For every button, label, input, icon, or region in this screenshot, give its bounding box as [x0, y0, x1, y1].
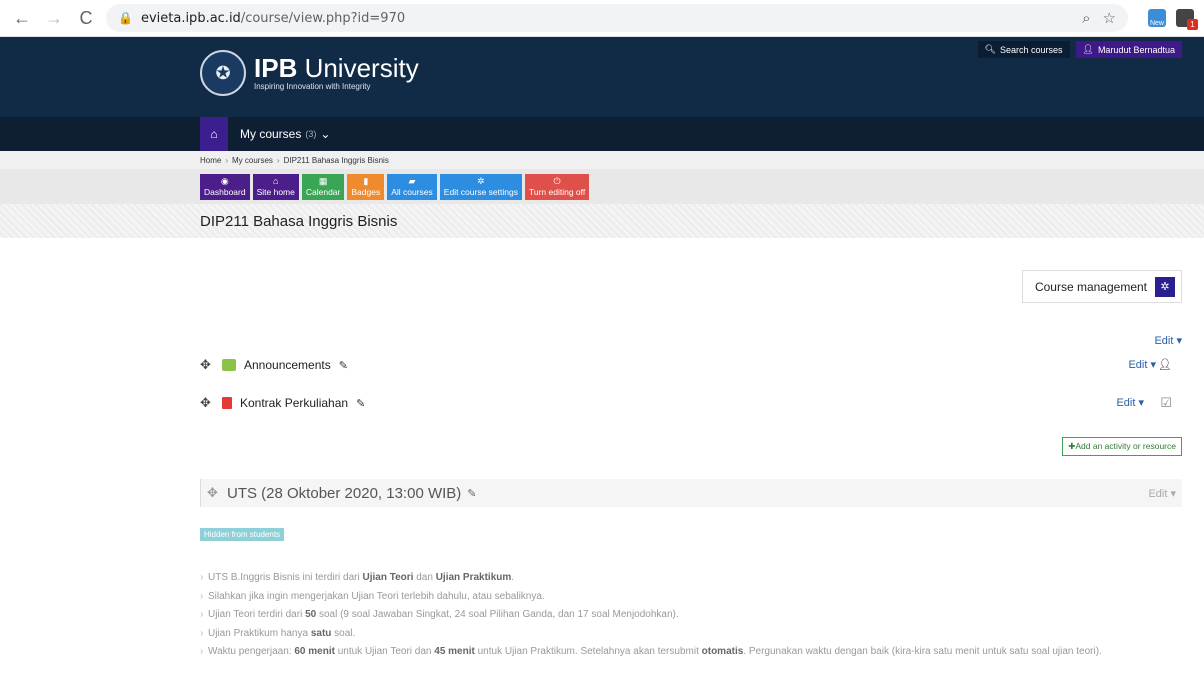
list-item: Silahkan jika ingin mengerjakan Ujian Te… [200, 590, 1182, 603]
turn-editing-off-button[interactable]: ⏻ Turn editing off [524, 173, 590, 200]
hidden-from-students-badge: Hidden from students [200, 528, 285, 541]
reload-icon[interactable]: C [74, 6, 98, 30]
home-icon: ⌂ [273, 175, 279, 186]
ipb-seal-icon: ✪ [200, 50, 246, 96]
power-icon: ⏻ [553, 175, 561, 186]
address-bar[interactable]: 🔒 evieta.ipb.ac.id/course/view.php?id=97… [106, 4, 1128, 32]
activity-name[interactable]: Kontrak Perkuliahan [240, 396, 348, 410]
book-icon: ▰ [408, 175, 416, 186]
breadcrumb-separator: › [225, 155, 229, 165]
course-management-label: Course management [1034, 279, 1147, 294]
quick-links-bar: ◉ Dashboard ⌂ Site home ▦ Calendar ▮ Badges … [0, 169, 1204, 204]
back-icon[interactable]: ← [10, 6, 34, 30]
my-courses-menu[interactable]: My courses (3) ⌄ [228, 117, 342, 151]
main-navbar: ⌂ My courses (3) ⌄ [0, 117, 1204, 151]
user-icon: 👤︎ [1082, 44, 1094, 54]
extension-badge: 1 [1187, 19, 1198, 30]
site-logo[interactable]: ✪ IPB University Inspiring Innovation wi… [200, 50, 419, 96]
lock-icon: 🔒 [118, 11, 133, 25]
edit-course-settings-button[interactable]: ✲ Edit course settings [439, 173, 522, 200]
breadcrumb-separator: › [276, 155, 280, 165]
zoom-icon[interactable]: ⌕ [1082, 9, 1090, 27]
move-icon[interactable]: ✥ [200, 395, 214, 411]
move-icon[interactable]: ✥ [200, 357, 214, 373]
user-menu[interactable]: 👤︎ Marudut Bernadtua [1075, 41, 1182, 58]
section-title[interactable]: UTS (28 Oktober 2020, 13:00 WIB) [227, 485, 461, 502]
brand-title: IPB University [254, 53, 419, 83]
browser-toolbar: ← → C 🔒 evieta.ipb.ac.id/course/view.php… [0, 0, 1204, 37]
list-item: UTS B.Inggris Bisnis ini terdiri dari Uj… [200, 571, 1182, 584]
badges-button[interactable]: ▮ Badges [347, 173, 385, 200]
edit-pencil-icon[interactable]: ✎ [356, 397, 365, 410]
chevron-down-icon: ⌄ [320, 127, 331, 141]
course-management-button[interactable]: Course management ✲ [1021, 270, 1182, 303]
section-edit-menu[interactable]: Edit ▾ [1148, 487, 1176, 500]
dashboard-icon: ◉ [220, 175, 229, 186]
calendar-button[interactable]: ▦ Calendar [301, 173, 345, 200]
extension-puzzle-icon[interactable]: 1 [1176, 9, 1198, 30]
home-icon[interactable]: ⌂ [200, 117, 228, 151]
bookmark-icon: ▮ [363, 175, 369, 186]
move-icon[interactable]: ✥ [207, 485, 221, 501]
extension-new-label: New [1149, 20, 1164, 27]
my-courses-label: My courses [240, 127, 302, 141]
breadcrumb: Home › My courses › DIP211 Bahasa Inggri… [0, 151, 1204, 169]
dashboard-button[interactable]: ◉ Dashboard [200, 173, 250, 200]
course-content: Course management ✲ Edit ▾ ✥ Announcemen… [0, 238, 1204, 664]
edit-pencil-icon[interactable]: ✎ [467, 487, 476, 500]
section-edit-menu[interactable]: Edit ▾ [1154, 334, 1182, 347]
my-courses-count: (3) [305, 129, 317, 139]
activity-name[interactable]: Announcements [244, 358, 331, 372]
activity-announcements: ✥ Announcements ✎ [200, 357, 348, 373]
page-title: DIP211 Bahasa Inggris Bisnis [200, 212, 398, 230]
calendar-icon: ▦ [318, 175, 328, 186]
extension-new-icon[interactable]: New [1148, 9, 1166, 27]
search-icon: 🔍︎ [984, 44, 996, 54]
bookmark-star-icon[interactable]: ☆ [1103, 9, 1116, 27]
group-mode-icon[interactable]: 👤︎ [1158, 358, 1172, 371]
page-title-band: DIP211 Bahasa Inggris Bisnis [0, 204, 1204, 238]
gear-icon: ✲ [477, 175, 485, 186]
activity-edit-menu[interactable]: Edit ▾ [1116, 396, 1144, 409]
add-activity-button[interactable]: ✚Add an activity or resource [1062, 437, 1182, 456]
gear-icon: ✲ [1155, 276, 1175, 297]
section-summary: UTS B.Inggris Bisnis ini terdiri dari Uj… [200, 571, 1182, 664]
site-header: ✪ IPB University Inspiring Innovation wi… [0, 37, 1204, 117]
site-home-button[interactable]: ⌂ Site home [252, 173, 299, 200]
activity-kontrak-perkuliahan: ✥ Kontrak Perkuliahan ✎ [200, 395, 365, 411]
breadcrumb-home[interactable]: Home [200, 156, 221, 165]
brand-tagline: Inspiring Innovation with Integrity [254, 82, 371, 91]
search-courses-button[interactable]: 🔍︎ Search courses [977, 41, 1070, 58]
pdf-icon [222, 397, 232, 409]
completion-checkbox-icon[interactable]: ☑ [1160, 395, 1172, 411]
list-item: Ujian Teori terdiri dari 50 soal (9 soal… [200, 608, 1182, 621]
all-courses-button[interactable]: ▰ All courses [387, 173, 437, 200]
list-item: Waktu pengerjaan: 60 menit untuk Ujian T… [200, 645, 1182, 658]
forward-icon[interactable]: → [42, 6, 66, 30]
breadcrumb-course[interactable]: DIP211 Bahasa Inggris Bisnis [284, 156, 389, 165]
section-header: ✥ UTS (28 Oktober 2020, 13:00 WIB) ✎ Edi… [200, 479, 1182, 507]
edit-pencil-icon[interactable]: ✎ [339, 359, 348, 372]
breadcrumb-mycourses[interactable]: My courses [232, 156, 273, 165]
list-item: Ujian Praktikum hanya satu soal. [200, 627, 1182, 640]
forum-icon [222, 359, 236, 371]
activity-edit-menu[interactable]: Edit ▾ [1128, 358, 1156, 371]
url-path: /course/view.php?id=970 [240, 10, 406, 26]
url-domain: evieta.ipb.ac.id [140, 10, 241, 26]
